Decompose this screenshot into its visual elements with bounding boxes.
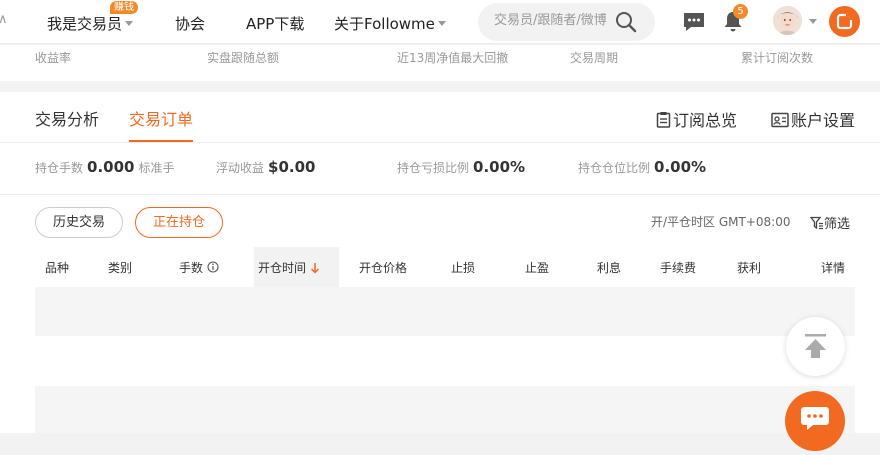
lots-unit: 标准手 — [138, 161, 175, 175]
search-input[interactable] — [494, 13, 614, 28]
floating-value: $0.00 — [268, 158, 316, 176]
lots-value: 0.000 — [87, 158, 135, 176]
divider — [0, 142, 880, 143]
account-settings-button[interactable]: 账户设置 — [771, 107, 855, 131]
info-icon[interactable] — [207, 261, 219, 273]
app-logo-mark-icon — [836, 13, 853, 30]
search-box[interactable] — [478, 3, 655, 41]
col-stop-loss: 止损 — [451, 261, 476, 275]
table-row — [35, 386, 855, 433]
chat-bubble-icon — [801, 407, 829, 430]
chevron-down-icon — [437, 21, 446, 26]
stat-label-return: 收益率 — [35, 51, 72, 65]
clipboard-icon — [656, 112, 671, 128]
account-settings-label: 账户设置 — [791, 111, 856, 130]
top-nav: ∧ 我是交易员 赚钱 协会 APP下载 关于Followme 5 — [0, 0, 880, 44]
position-ratio-label: 持仓仓位比例 — [578, 161, 651, 175]
col-open-price: 开仓价格 — [359, 261, 408, 275]
nav-app-download[interactable]: APP下载 — [246, 13, 304, 34]
notification-badge: 5 — [733, 4, 748, 19]
subscription-overview-label: 订阅总览 — [673, 111, 738, 130]
search-icon[interactable] — [615, 11, 637, 33]
col-symbol: 品种 — [45, 261, 70, 275]
filter-label: 筛选 — [824, 217, 851, 232]
trade-card: 交易分析 交易订单 订阅总览 账户设置 持仓手数 0.000 标准手 浮动收益 $0.… — [0, 92, 880, 451]
stat-label-period: 交易周期 — [570, 51, 619, 65]
stat-label-subscriptions: 累计订阅次数 — [741, 51, 814, 65]
summary-lots: 持仓手数 0.000 标准手 — [35, 158, 174, 176]
col-open-time[interactable]: 开仓时间 — [258, 259, 320, 276]
tab-trade-analysis[interactable]: 交易分析 — [35, 106, 99, 130]
stat-label-follow-amount: 实盘跟随总额 — [207, 51, 280, 65]
sort-down-arrow-icon[interactable] — [310, 262, 320, 274]
nav-trader-menu[interactable]: 我是交易员 — [47, 13, 134, 34]
app-logo-icon[interactable] — [829, 6, 860, 37]
avatar-face-icon — [773, 6, 802, 35]
arrow-up-to-top-icon — [805, 334, 826, 358]
stat-label-drawdown: 近13周净值最大回撤 — [397, 51, 509, 65]
history-trades-button[interactable]: 历史交易 — [35, 207, 123, 238]
current-positions-button[interactable]: 正在持仓 — [135, 207, 223, 238]
avatar[interactable] — [773, 6, 802, 35]
col-interest: 利息 — [597, 261, 622, 275]
tab-trade-orders[interactable]: 交易订单 — [129, 106, 193, 130]
filter-button[interactable]: 筛选 — [809, 213, 851, 232]
nav-trader-label: 我是交易员 — [47, 15, 123, 33]
col-take-profit: 止盈 — [525, 261, 550, 275]
table-row — [35, 287, 855, 336]
back-to-top-button[interactable] — [786, 317, 845, 376]
col-open-time-label: 开仓时间 — [258, 261, 307, 275]
summary-floating: 浮动收益 $0.00 — [216, 158, 319, 176]
position-ratio-value: 0.00% — [654, 158, 707, 176]
timezone-label[interactable]: 开/平仓时区 GMT+08:00 — [651, 213, 790, 230]
filter-icon — [809, 216, 823, 230]
col-lots[interactable]: 手数 — [179, 259, 219, 276]
account-settings-icon — [771, 112, 789, 128]
avatar-chevron-down-icon[interactable] — [809, 19, 817, 24]
lots-label: 持仓手数 — [35, 161, 84, 175]
summary-pl-ratio: 持仓亏损比例 0.00% — [397, 158, 529, 176]
divider — [0, 194, 880, 195]
table-header: 品种 类别 手数 开仓时间 开仓价格 止损 止盈 利息 手续费 获利 详情 — [35, 247, 855, 287]
col-details: 详情 — [821, 261, 846, 275]
col-lots-label: 手数 — [179, 261, 204, 275]
col-type: 类别 — [108, 261, 133, 275]
col-profit: 获利 — [737, 261, 762, 275]
summary-position-ratio: 持仓仓位比例 0.00% — [578, 158, 710, 176]
nav-partial-caret[interactable]: ∧ — [0, 12, 8, 27]
pl-ratio-label: 持仓亏损比例 — [397, 161, 470, 175]
floating-label: 浮动收益 — [216, 161, 265, 175]
nav-about-menu[interactable]: 关于Followme — [334, 13, 446, 34]
pl-ratio-value: 0.00% — [473, 158, 526, 176]
subscription-overview-button[interactable]: 订阅总览 — [656, 107, 737, 131]
nav-association[interactable]: 协会 — [175, 13, 205, 34]
chevron-down-icon — [125, 21, 134, 26]
nav-about-label: 关于Followme — [334, 15, 435, 33]
trader-tag-badge: 赚钱 — [110, 1, 138, 14]
stats-strip: 收益率 实盘跟随总额 近13周净值最大回撤 交易周期 累计订阅次数 — [0, 45, 880, 81]
col-commission: 手续费 — [660, 261, 697, 275]
message-icon[interactable] — [682, 11, 706, 33]
chat-button[interactable] — [785, 391, 845, 451]
